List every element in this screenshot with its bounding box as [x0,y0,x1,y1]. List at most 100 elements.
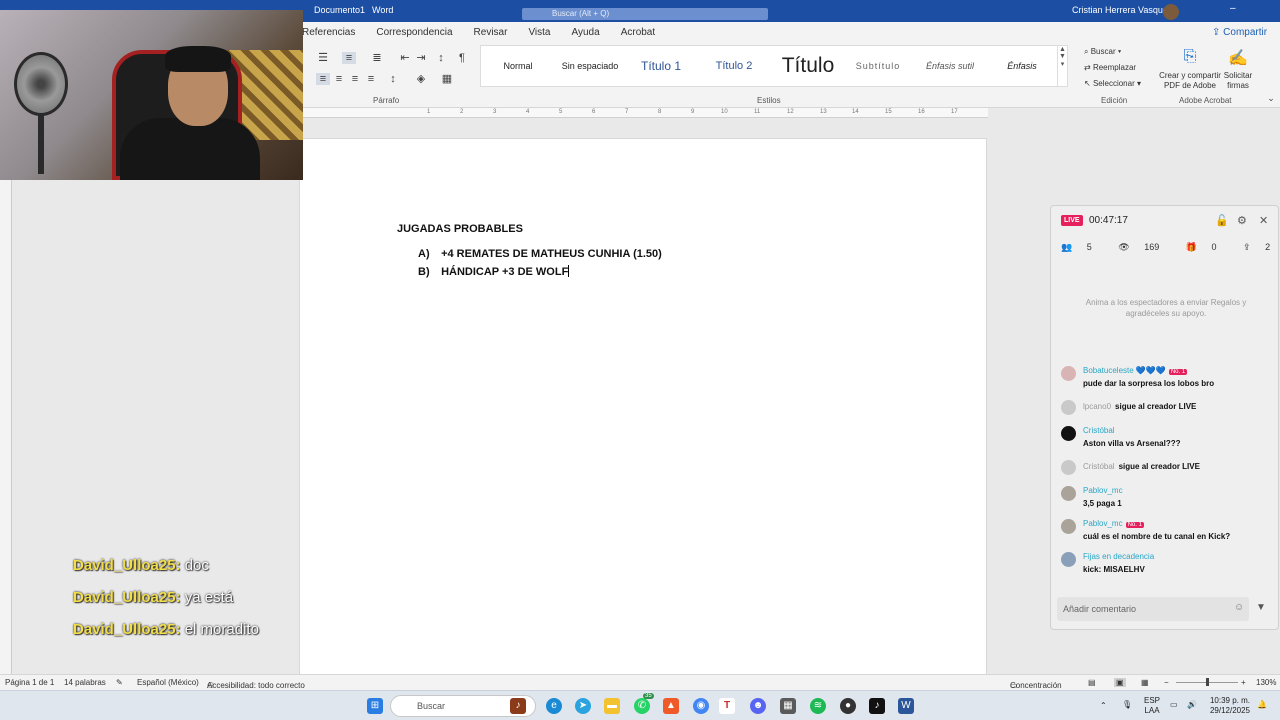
increase-indent-icon[interactable]: ⇥ [414,52,428,64]
user-avatar[interactable] [1163,4,1179,20]
tab-correspondencia[interactable]: Correspondencia [376,27,452,38]
style-sin-espaciado[interactable]: Sin espaciado [555,46,625,86]
style-titulo-1[interactable]: Título 1 [633,46,689,86]
tab-vista[interactable]: Vista [528,27,550,38]
language-indicator[interactable]: ESP LAA [1144,696,1160,716]
ruler-tick: 10 [721,109,728,115]
comment-input[interactable]: Añadir comentario [1057,597,1249,621]
select-button[interactable]: ↖ Seleccionar ▾ [1084,79,1141,88]
text-app-icon[interactable]: T [719,698,735,714]
show-hidden-icon[interactable]: ⌃ [1100,701,1107,711]
print-layout-icon[interactable]: ▣ [1114,678,1126,687]
style-normal[interactable]: Normal [493,46,543,86]
sort-icon[interactable]: ↕ [434,52,448,64]
shading-icon[interactable]: ◈ [414,73,428,85]
chat-user: David_Ulloa25: [73,621,181,638]
discord-icon[interactable]: ☻ [750,698,766,714]
zoom-thumb[interactable] [1206,678,1209,686]
ruler-tick: 1 [427,109,431,115]
file-explorer-icon[interactable]: ▬ [604,698,620,714]
read-mode-icon[interactable]: ▤ [1088,678,1096,687]
style-titulo[interactable]: Título [773,46,843,86]
avatar[interactable] [1061,486,1076,501]
word-icon[interactable]: W [898,698,914,714]
page-count[interactable]: Página 1 de 1 [5,678,54,687]
calculator-icon[interactable]: ▦ [780,698,796,714]
close-icon[interactable]: ✕ [1259,214,1268,227]
message-user[interactable]: Pablov_mc [1083,486,1123,495]
zoom-in-icon[interactable]: + [1241,678,1246,687]
justify-icon[interactable]: ≡ [364,73,378,85]
spotify-icon[interactable]: ≋ [810,698,826,714]
create-share-pdf-button[interactable]: Crear y compartir PDF de Adobe [1157,71,1223,91]
tab-referencias[interactable]: Referencias [302,27,355,38]
clock-time: 10:39 p. m. [1209,696,1251,705]
request-signatures-button[interactable]: Solicitar firmas [1222,71,1254,91]
avatar[interactable] [1061,519,1076,534]
proofing-icon[interactable]: ✎ [116,678,123,687]
message-user[interactable]: Bobatuceleste 💙💙💙 No. 1 [1083,366,1188,375]
zoom-level[interactable]: 130% [1256,678,1276,687]
event-user[interactable]: lpcano0 [1083,402,1111,411]
whatsapp-icon[interactable]: ✆ [634,698,650,714]
collapse-ribbon-icon[interactable]: ⌄ [1264,92,1278,104]
stream-chat-line: David_Ulloa25: el moradito [73,621,259,638]
align-left-icon[interactable]: ≡ [316,73,330,85]
avatar[interactable] [1061,400,1076,415]
telegram-icon[interactable]: ➤ [575,698,591,714]
tab-revisar[interactable]: Revisar [474,27,508,38]
find-button[interactable]: ⌕ Buscar ▾ [1084,47,1121,57]
brave-icon[interactable]: ▲ [663,698,679,714]
word-count[interactable]: 14 palabras [64,678,106,687]
replace-button[interactable]: ⇄ Reemplazar [1084,63,1136,72]
chrome-icon[interactable]: ◉ [693,698,709,714]
windows-start-icon[interactable]: ⊞ [367,698,383,714]
tiktok-icon[interactable]: ♪ [869,698,885,714]
language[interactable]: Español (México) [137,678,199,687]
decrease-indent-icon[interactable]: ⇤ [398,52,412,64]
edge-icon[interactable]: e [546,698,562,714]
multilevel-list-icon[interactable]: ≣ [370,52,384,64]
avatar[interactable] [1061,366,1076,381]
align-center-icon[interactable]: ≡ [332,73,346,85]
message-user[interactable]: Fijas en decadencia [1083,552,1154,561]
message-user[interactable]: Cristóbal [1083,426,1115,435]
style-enfasis[interactable]: Énfasis [997,46,1047,86]
filter-icon[interactable]: ▼ [1256,602,1266,613]
style-titulo-2[interactable]: Título 2 [707,46,761,86]
tab-acrobat[interactable]: Acrobat [621,27,655,38]
line-spacing-icon[interactable]: ↕ [386,73,400,85]
borders-icon[interactable]: ▦ [440,73,454,85]
emoji-icon[interactable]: ☺ [1234,602,1244,613]
message-user[interactable]: Pablov_mc No. 1 [1083,519,1144,528]
microphone-icon[interactable]: 🎙 [1122,700,1132,710]
tab-ayuda[interactable]: Ayuda [572,27,600,38]
violin-icon[interactable]: ♪ [510,698,526,714]
web-layout-icon[interactable]: ▦ [1141,678,1149,687]
style-subtitulo[interactable]: Subtítulo [851,46,905,86]
avatar[interactable] [1061,426,1076,441]
lock-icon[interactable]: 🔓 [1215,214,1229,227]
style-enfasis-sutil[interactable]: Énfasis sutil [917,46,983,86]
search-box[interactable]: Buscar (Alt + Q) [522,8,768,20]
styles-scroll[interactable]: ▲ ▼ ▾ [1057,46,1067,86]
event-text: sigue al creador LIVE [1115,402,1197,411]
avatar[interactable] [1061,552,1076,567]
minimize-icon[interactable]: – [1230,3,1236,14]
event-user[interactable]: Cristóbal [1083,462,1115,471]
align-right-icon[interactable]: ≡ [348,73,362,85]
network-icon[interactable]: ▭ [1170,700,1178,710]
app-icon[interactable]: ● [840,698,856,714]
pilcrow-icon[interactable]: ¶ [455,52,469,64]
document-page[interactable]: JUGADAS PROBABLES A) +4 REMATES DE MATHE… [299,138,987,698]
avatar[interactable] [1061,460,1076,475]
rank-badge: No. 1 [1125,522,1144,528]
zoom-out-icon[interactable]: − [1164,678,1169,687]
volume-icon[interactable]: 🔊 [1187,700,1197,710]
share-button[interactable]: ⇪ Compartir [1212,27,1267,38]
settings-icon[interactable]: ⚙ [1237,214,1247,227]
notification-icon[interactable]: 🔔 [1257,700,1267,710]
clock[interactable]: 10:39 p. m. 29/12/2025 [1207,696,1253,716]
bullets-icon[interactable]: ☰ [316,52,330,64]
numbering-icon[interactable]: ≡ [342,52,356,64]
